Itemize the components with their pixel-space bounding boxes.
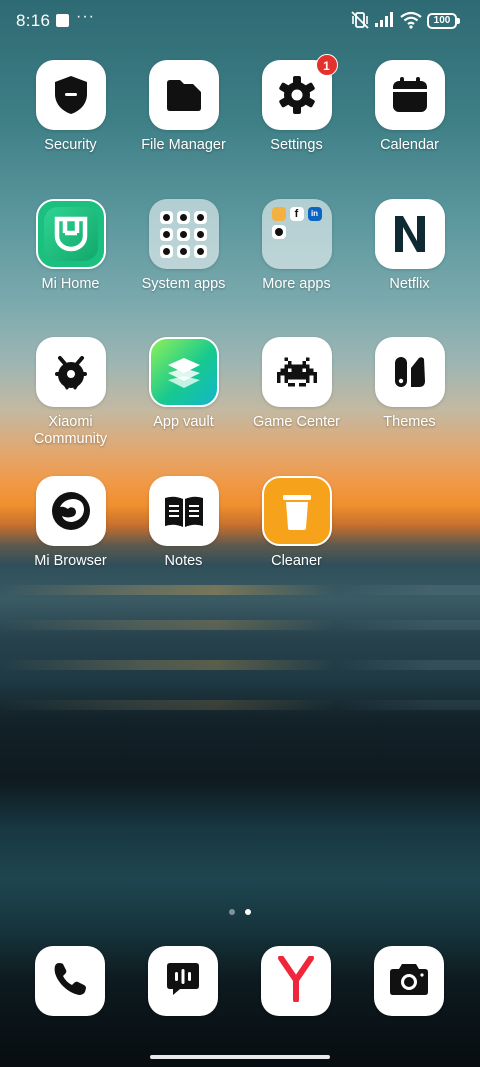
app-mi-home[interactable]: Mi Home [14, 199, 127, 293]
trash-icon [261, 476, 332, 546]
contacts-icon [160, 210, 173, 224]
folder-system-apps[interactable]: System apps [127, 199, 240, 293]
app-settings[interactable]: 1 Settings [240, 54, 353, 154]
mail-icon [177, 244, 190, 258]
themes-icon [374, 337, 445, 407]
app-calendar[interactable]: Calendar [353, 60, 466, 154]
clock-icon [194, 210, 207, 224]
app-file-manager[interactable]: File Manager [127, 60, 240, 154]
app-label: App vault [153, 414, 214, 430]
app-label: Mi Browser [34, 553, 107, 569]
folder-icon [148, 60, 219, 130]
scanner-icon [177, 227, 190, 241]
app-netflix[interactable]: Netflix [353, 199, 466, 293]
app-cleaner[interactable]: Cleaner [240, 476, 353, 570]
phone-icon [51, 960, 89, 1003]
wallpaper-streak [0, 585, 480, 595]
app-label: Cleaner [271, 553, 322, 569]
folder-more-apps-icon: f in [261, 199, 332, 269]
app-game-center[interactable]: Game Center [240, 337, 353, 431]
status-bar: 8:16 ··· 100 [0, 0, 480, 42]
battery-icon: 100 [427, 13, 460, 29]
more-dots-icon: ··· [76, 8, 95, 25]
home-gesture-bar[interactable] [150, 1055, 330, 1059]
gear-icon: 1 [261, 54, 338, 130]
calendar-icon [374, 60, 445, 130]
app-label: Settings [270, 137, 323, 153]
dock-yandex-button[interactable] [261, 946, 331, 1016]
image-icon [56, 14, 69, 27]
app-notes[interactable]: Notes [127, 476, 240, 570]
app-themes[interactable]: Themes [353, 337, 466, 431]
app-label: Mi Home [41, 276, 100, 292]
layers-icon [148, 337, 219, 407]
browser-icon [35, 476, 106, 546]
recorder-icon [160, 227, 173, 241]
wallpaper-streak [0, 700, 480, 710]
app-mi-browser[interactable]: Mi Browser [14, 476, 127, 570]
status-time: 8:16 [16, 11, 51, 30]
linkedin-icon: in [307, 207, 322, 221]
yandex-icon [277, 954, 315, 1007]
folder-system-apps-icon [148, 199, 219, 269]
vibrate-off-icon [350, 10, 370, 35]
amazon-icon [271, 207, 286, 221]
signal-icon [375, 12, 395, 33]
page-indicator-dot-active[interactable] [245, 909, 251, 915]
app-label: Netflix [389, 276, 430, 292]
app-xiaomi-community[interactable]: Xiaomi Community [14, 337, 127, 448]
downloads-icon [194, 227, 207, 241]
app-label: Notes [164, 553, 203, 569]
folder-more-apps[interactable]: f in More apps [240, 199, 353, 293]
spotify-icon [271, 225, 286, 239]
page-indicator-dot[interactable] [229, 909, 235, 915]
dock-camera-button[interactable] [374, 946, 444, 1016]
shield-icon [35, 60, 106, 130]
dock-messages-button[interactable] [148, 946, 218, 1016]
app-label: Calendar [380, 137, 439, 153]
wallpaper-streak [0, 620, 480, 630]
dock-phone-button[interactable] [35, 946, 105, 1016]
app-label: More apps [262, 276, 331, 292]
app-label: Themes [383, 414, 436, 430]
xiaomi-community-icon [35, 337, 106, 407]
compass-icon [160, 244, 173, 258]
app-app-vault[interactable]: App vault [127, 337, 240, 431]
book-icon [148, 476, 219, 546]
netflix-icon [374, 199, 445, 269]
wallpaper-streak [0, 660, 480, 670]
mi-home-icon [35, 199, 106, 269]
feedback-icon [194, 244, 207, 258]
notification-badge: 1 [315, 54, 338, 76]
app-security[interactable]: Security [14, 60, 127, 154]
message-icon [164, 960, 202, 1003]
camera-icon [388, 961, 430, 1002]
app-label: Game Center [252, 414, 341, 430]
app-label: File Manager [141, 137, 226, 153]
space-invader-icon [261, 337, 332, 407]
system-icons: 100 [350, 10, 460, 32]
messenger-icon [177, 210, 190, 224]
app-label: System apps [141, 276, 226, 292]
facebook-icon: f [289, 207, 304, 221]
app-label: Xiaomi Community [33, 414, 108, 447]
wifi-icon [400, 11, 422, 34]
app-label: Security [44, 137, 97, 153]
